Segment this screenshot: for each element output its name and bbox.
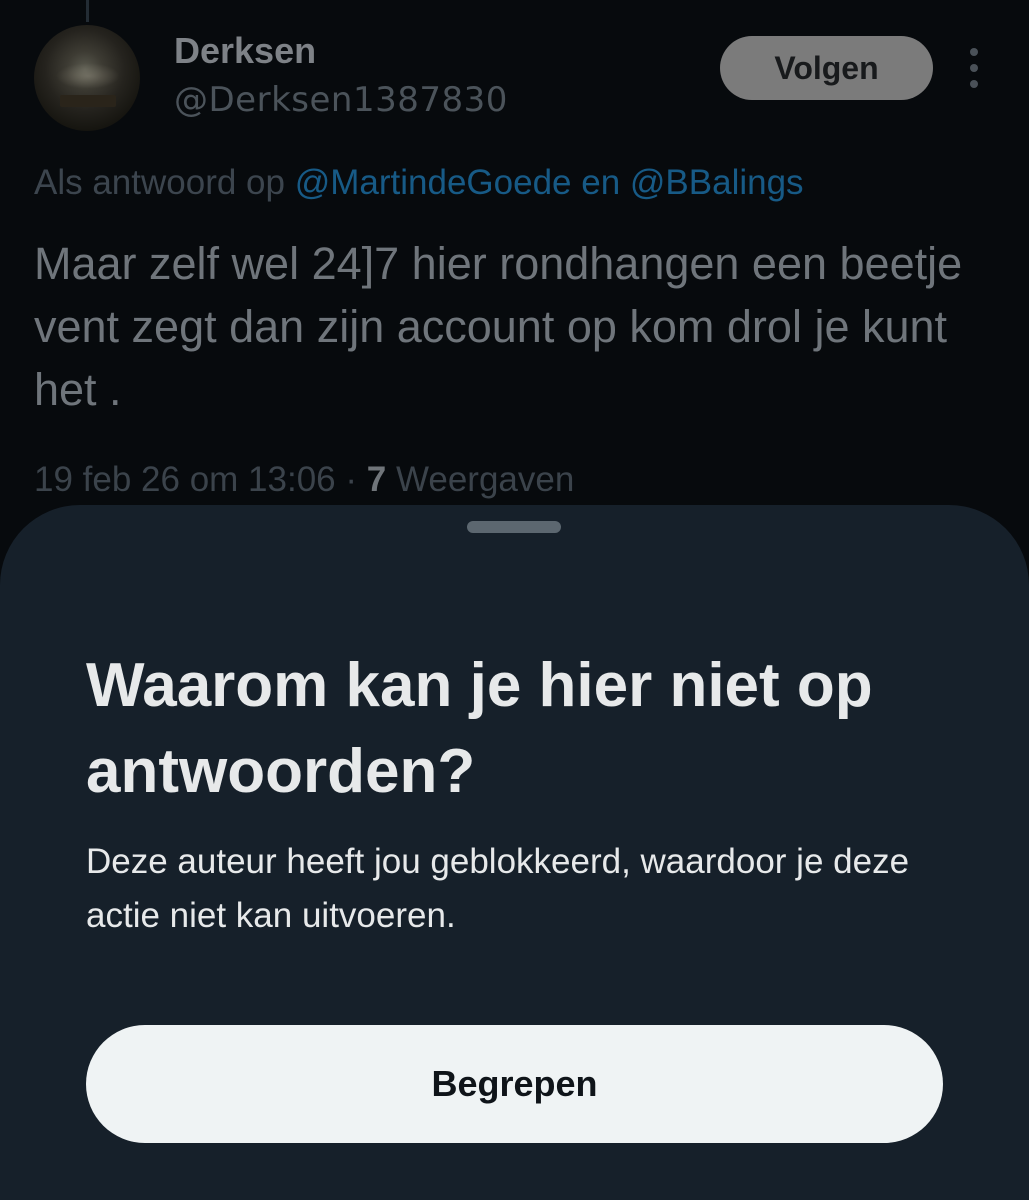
reply-context: Als antwoord op @MartindeGoede en @BBali… <box>34 163 804 203</box>
follow-button[interactable]: Volgen <box>720 36 933 100</box>
reply-prefix: Als antwoord op <box>34 163 285 202</box>
tweet-meta: 19 feb 26 om 13:06 · 7 Weergaven <box>34 460 574 500</box>
more-dot <box>970 64 978 72</box>
avatar-base <box>60 95 116 107</box>
tweet: Derksen @Derksen1387830 Volgen Als antwo… <box>0 0 1029 520</box>
thread-line <box>86 0 89 22</box>
screen: Derksen @Derksen1387830 Volgen Als antwo… <box>0 0 1029 1200</box>
more-dot <box>970 80 978 88</box>
tweet-text: Maar zelf wel 24]7 hier rondhangen een b… <box>34 238 963 415</box>
author-handle[interactable]: @Derksen1387830 <box>174 80 508 120</box>
avatar[interactable] <box>34 25 140 131</box>
views-count: 7 <box>366 460 387 499</box>
avatar-light-streak <box>56 63 120 89</box>
tweet-timestamp[interactable]: 19 feb 26 om 13:06 <box>34 460 336 499</box>
sheet-body: Deze auteur heeft jou geblokkeerd, waard… <box>86 842 910 935</box>
views-label: Weergaven <box>395 460 575 499</box>
more-dot <box>970 48 978 56</box>
got-it-button[interactable]: Begrepen <box>86 1025 943 1143</box>
sheet-title: Waarom kan je hier niet op antwoorden? <box>86 651 873 806</box>
author-display-name[interactable]: Derksen <box>174 30 316 72</box>
reply-mentions[interactable]: @MartindeGoede en @BBalings <box>295 163 804 202</box>
bottom-sheet: Waarom kan je hier niet op antwoorden? D… <box>0 505 1029 1200</box>
more-vertical-icon[interactable] <box>962 48 986 88</box>
sheet-grabber[interactable] <box>467 521 561 533</box>
meta-separator: · <box>345 460 358 499</box>
